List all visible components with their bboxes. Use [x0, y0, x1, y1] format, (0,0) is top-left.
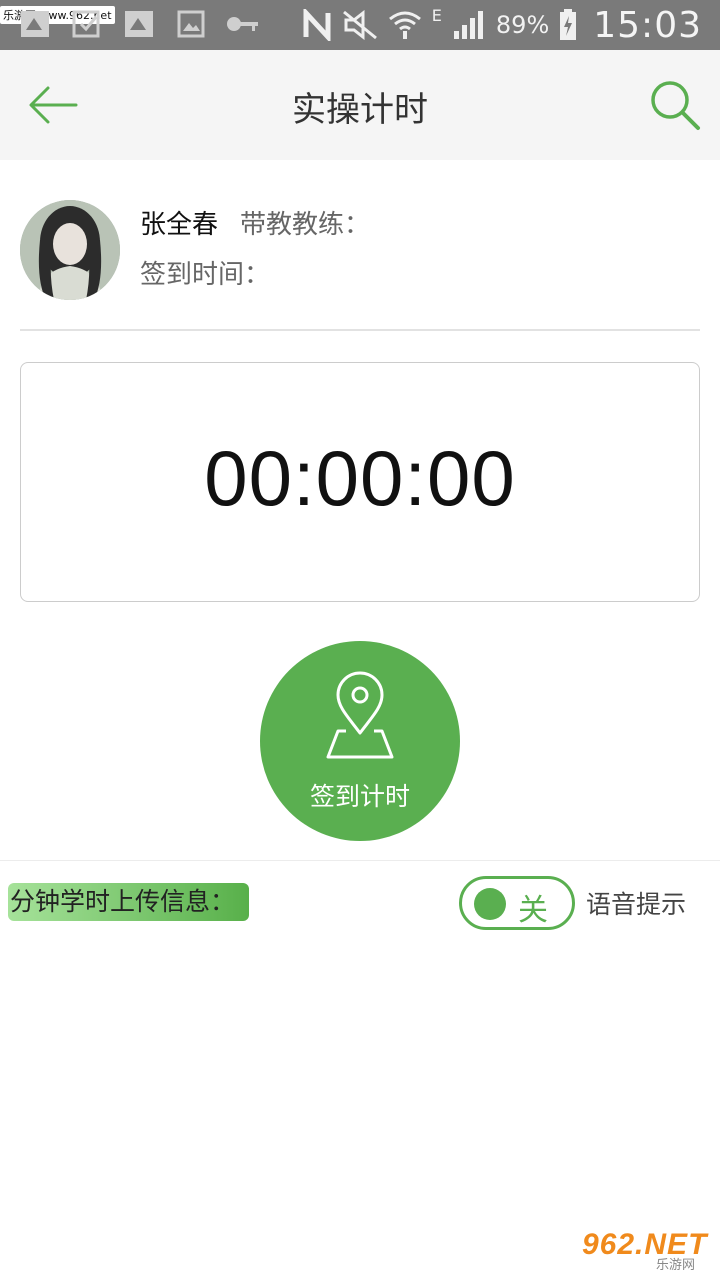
toggle-state-label: 关: [518, 893, 548, 928]
signal-icon: [453, 11, 483, 39]
notification-icons: [18, 8, 260, 40]
notification-app-icon: [18, 8, 52, 40]
upload-info-label: 分钟学时上传信息：: [8, 883, 249, 921]
system-status-icons: E 89% 15:03: [302, 0, 702, 50]
section-divider: [0, 860, 720, 861]
notification-app-icon-2: [122, 8, 156, 40]
coach-label: 带教教练：: [240, 210, 371, 240]
voice-prompt-toggle[interactable]: 关: [459, 876, 575, 930]
battery-percent: 89%: [495, 11, 550, 39]
battery-charging-icon: [560, 9, 577, 40]
avatar: [20, 200, 120, 300]
avatar-image: [20, 200, 120, 300]
wifi-icon: [388, 11, 421, 39]
watermark-logo: 962.NET 乐游网: [582, 1228, 712, 1274]
status-bar: 乐游网 www.962.net E 89% 15:03: [0, 0, 720, 50]
watermark-sub: 乐游网: [656, 1258, 696, 1273]
page-title: 实操计时: [292, 90, 428, 130]
network-type-label: E: [431, 6, 442, 25]
timer-display: 00:00:00: [204, 434, 516, 522]
divider: [20, 329, 700, 331]
download-done-icon: [70, 8, 104, 40]
toggle-knob: [474, 888, 506, 920]
map-pin-icon: [326, 671, 394, 759]
key-icon: [226, 8, 260, 40]
student-name: 张全春: [140, 210, 219, 240]
nfc-icon: [303, 9, 331, 41]
image-icon: [174, 8, 208, 40]
checkin-time-label: 签到时间：: [140, 260, 271, 290]
checkin-button-label: 签到计时: [309, 782, 410, 811]
voice-prompt-label: 语音提示: [586, 890, 687, 919]
timer-panel: 00:00:00: [20, 362, 700, 602]
mute-icon: [342, 10, 377, 40]
clock: 15:03: [593, 4, 702, 46]
checkin-timer-button[interactable]: 签到计时: [260, 641, 460, 841]
